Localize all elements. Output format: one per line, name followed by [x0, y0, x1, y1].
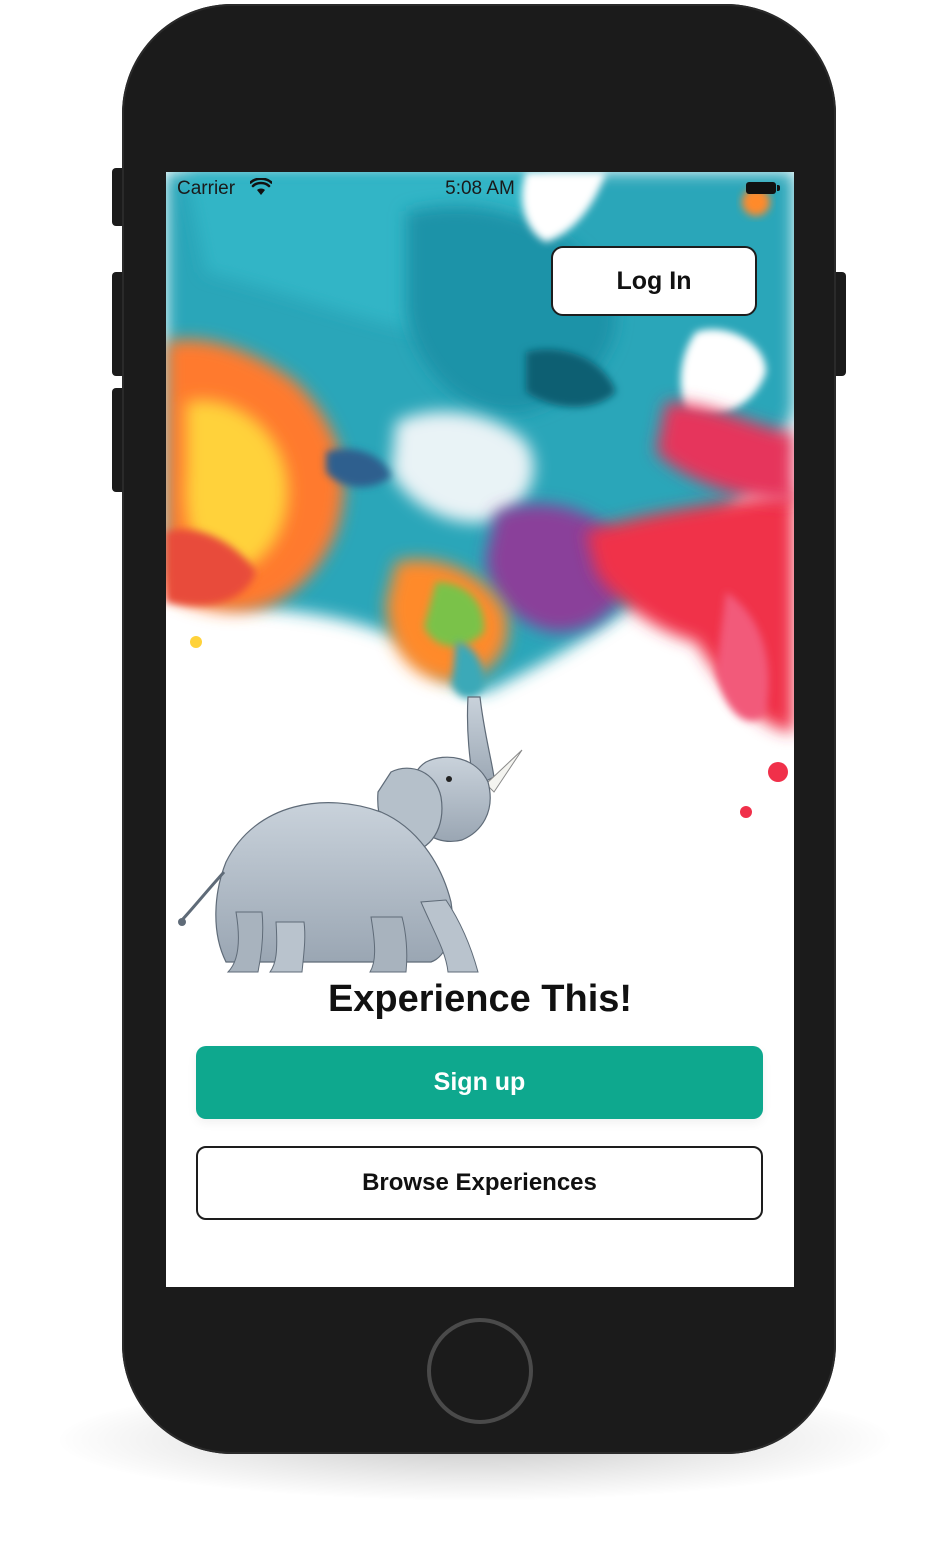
login-button-label: Log In: [616, 266, 692, 295]
device-mockup: Carrier 5:08 AM Log In Experience This! …: [0, 0, 950, 1550]
tagline: Experience This!: [327, 978, 633, 1020]
elephant: [178, 696, 523, 973]
browse-button-label: Browse Experiences: [362, 1169, 597, 1196]
status-bar: Carrier 5:08 AM: [166, 172, 794, 204]
signup-button-label: Sign up: [433, 1068, 526, 1096]
status-time: 5:08 AM: [445, 178, 515, 199]
home-button[interactable]: [427, 1318, 533, 1424]
signup-button[interactable]: Sign up: [196, 1046, 763, 1119]
browse-experiences-button[interactable]: Browse Experiences: [196, 1146, 763, 1220]
app-screen: Carrier 5:08 AM Log In Experience This! …: [166, 172, 794, 1287]
battery-icon: [746, 182, 780, 194]
login-button[interactable]: Log In: [551, 246, 757, 316]
